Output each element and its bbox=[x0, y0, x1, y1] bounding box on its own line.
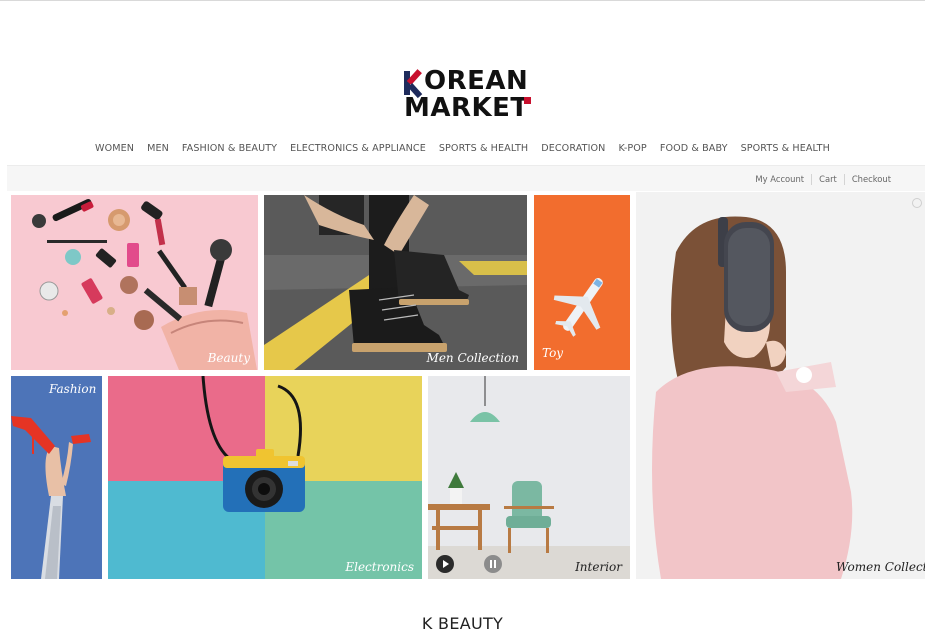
account-links: My Account Cart Checkout bbox=[748, 166, 898, 192]
nav-item-electronics-appliance[interactable]: ELECTRONICS & APPLIANCE bbox=[284, 141, 433, 157]
category-tile-toy[interactable]: Toy bbox=[534, 195, 630, 370]
tile-label-electronics: Electronics bbox=[345, 560, 414, 574]
camera-image bbox=[108, 376, 422, 579]
category-tile-men[interactable]: Men Collection bbox=[264, 195, 527, 370]
play-icon bbox=[443, 560, 449, 568]
tile-label-interior: Interior bbox=[575, 560, 622, 574]
tile-label-men: Men Collection bbox=[426, 351, 519, 365]
logo-line-2: MARKET bbox=[404, 93, 531, 123]
toy-airplane-image bbox=[534, 195, 630, 370]
category-tile-women[interactable]: Women Collection bbox=[636, 192, 925, 579]
nav-item-fashion-beauty[interactable]: FASHION & BEAUTY bbox=[175, 141, 283, 157]
tile-label-fashion: Fashion bbox=[49, 382, 97, 396]
category-tile-interior[interactable]: Interior bbox=[428, 376, 630, 579]
pause-button[interactable] bbox=[484, 555, 502, 573]
women-collection-image bbox=[636, 192, 925, 579]
top-border bbox=[0, 0, 925, 1]
tile-label-beauty: Beauty bbox=[207, 351, 250, 365]
cosmetics-image bbox=[11, 195, 258, 370]
nav-item-women[interactable]: WOMEN bbox=[89, 141, 141, 157]
nav-item-food-baby[interactable]: FOOD & BABY bbox=[653, 141, 734, 157]
men-boots-image bbox=[264, 195, 527, 370]
tile-label-women: Women Collection bbox=[836, 560, 925, 574]
pause-icon bbox=[490, 560, 496, 568]
nav-item-sports-health[interactable]: SPORTS & HEALTH bbox=[432, 141, 534, 157]
nav-item-men[interactable]: MEN bbox=[141, 141, 176, 157]
nav-item-sports-health-2[interactable]: SPORTS & HEALTH bbox=[734, 141, 836, 157]
tile-label-toy: Toy bbox=[542, 346, 564, 360]
cart-link[interactable]: Cart bbox=[812, 174, 844, 184]
corner-indicator bbox=[912, 198, 922, 208]
site-logo[interactable]: OREAN MARKET bbox=[404, 68, 538, 122]
category-tile-fashion[interactable]: Fashion bbox=[11, 376, 102, 579]
category-tile-beauty[interactable]: Beauty bbox=[11, 195, 258, 370]
my-account-link[interactable]: My Account bbox=[748, 174, 811, 184]
account-bar: My Account Cart Checkout bbox=[7, 165, 925, 191]
category-tile-electronics[interactable]: Electronics bbox=[108, 376, 422, 579]
logo-k-mark bbox=[404, 69, 423, 99]
logo-line-1: OREAN bbox=[424, 66, 529, 96]
main-navigation: WOMEN MEN FASHION & BEAUTY ELECTRONICS &… bbox=[0, 141, 925, 157]
nav-item-k-pop[interactable]: K-POP bbox=[612, 141, 653, 157]
interior-image bbox=[428, 376, 630, 579]
fashion-heels-image bbox=[11, 376, 102, 579]
checkout-link[interactable]: Checkout bbox=[845, 174, 898, 184]
logo-red-accent bbox=[523, 97, 531, 104]
play-button[interactable] bbox=[436, 555, 454, 573]
section-title: K BEAUTY bbox=[421, 614, 504, 633]
nav-item-decoration[interactable]: DECORATION bbox=[535, 141, 612, 157]
